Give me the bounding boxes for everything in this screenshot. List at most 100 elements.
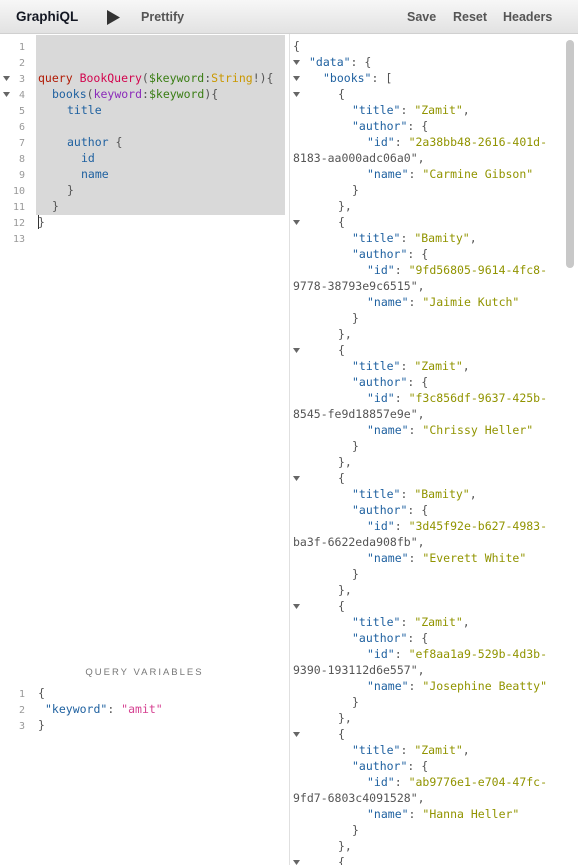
result-scrollbar[interactable] [566,40,574,268]
title-line: "title": "Zamit", [352,103,470,117]
json-string: "Jaimie Kutch" [422,295,520,309]
query-line-7: author { [67,135,122,149]
query-line-5: title [67,103,102,117]
json-key: "author" [352,375,408,389]
json-string: "Bamity" [414,487,470,501]
json-key: "title" [352,615,401,629]
fold-toggle-icon[interactable] [3,76,10,82]
query-line-8: id [81,151,95,165]
name-line: "name": "Chrissy Heller" [367,423,534,437]
result-open-brace: { [293,39,300,53]
line-number: 5 [18,106,25,117]
json-key: "author" [352,759,408,773]
author-line: "author": { [352,759,429,773]
title-line: "title": "Zamit", [352,743,470,757]
toolbar: GraphiQL Prettify Save Reset Headers [0,0,578,34]
field-token: author [67,135,109,149]
punctuation: ( [86,87,94,101]
app-title: GraphiQL [16,9,79,24]
close-brace: }, [338,327,352,341]
headers-button[interactable]: Headers [503,10,552,24]
author-line: "author": { [352,375,429,389]
author-line: "author": { [352,247,429,261]
json-string: 9390-193112d6e557" [293,663,418,677]
fold-toggle-icon[interactable] [293,92,300,98]
execute-button[interactable] [104,8,122,26]
json-key: "author" [352,119,408,133]
variables-line-2: "keyword": "amit" [45,702,163,716]
line-number: 7 [18,138,25,149]
author-line: "author": { [352,631,429,645]
query-line-4: books(keyword:$keyword){ [52,87,218,101]
name-line: "name": "Josephine Beatty" [367,679,548,693]
open-brace: { [338,343,345,357]
json-key: "author" [352,631,408,645]
result-books-line: "books": [ [323,71,393,85]
close-brace: }, [338,839,352,853]
fold-toggle-icon[interactable] [293,860,300,865]
keyword-token: query [38,71,73,85]
name-line: "name": "Carmine Gibson" [367,167,534,181]
fold-toggle-icon[interactable] [3,92,10,98]
line-number: 3 [18,721,25,732]
open-brace: { [338,855,345,865]
close-brace: }, [338,583,352,597]
query-line-11: } [52,199,59,213]
fold-toggle-icon[interactable] [293,348,300,354]
save-button[interactable]: Save [407,10,436,24]
json-key: "books" [323,71,372,85]
json-key: "keyword" [45,702,108,716]
json-string: "Hanna Heller" [422,807,520,821]
json-key: "author" [352,503,408,517]
json-string: ba3f-6622eda908fb" [293,535,418,549]
json-key: "id" [367,135,395,149]
id-line: "id": "9fd56805-9614-4fc8- [367,263,548,277]
punctuation: : [107,702,122,716]
prettify-button[interactable]: Prettify [141,10,184,24]
fold-toggle-icon[interactable] [293,76,300,82]
fold-toggle-icon[interactable] [293,220,300,226]
line-number: 10 [12,186,25,197]
close-brace: }, [338,711,352,725]
id-line: "id": "ef8aa1a9-529b-4d3b- [367,647,548,661]
open-brace: { [338,87,345,101]
json-string: "Zamit" [414,103,463,117]
open-brace: { [338,727,345,741]
line-number: 2 [18,705,25,716]
line-number: 6 [18,122,25,133]
title-line: "title": "Bamity", [352,487,477,501]
name-line: "name": "Everett White" [367,551,527,565]
json-string: "Bamity" [414,231,470,245]
line-number: 2 [18,58,25,69]
json-key: "name" [367,551,409,565]
id-line: "id": "2a38bb48-2616-401d- [367,135,548,149]
fold-toggle-icon[interactable] [293,732,300,738]
reset-button[interactable]: Reset [453,10,487,24]
line-number: 13 [12,234,25,245]
json-string: "2a38bb48-2616-401d- [408,135,548,149]
punctuation: : [142,87,149,101]
json-key: "data" [309,55,351,69]
author-line: "author": { [352,503,429,517]
fold-toggle-icon[interactable] [293,476,300,482]
json-key: "title" [352,103,401,117]
json-string: "amit" [121,702,163,716]
json-key: "author" [352,247,408,261]
id-wrap-line: 9778-38793e9c6515", [293,279,425,293]
line-number: 1 [18,689,25,700]
line-number: 12 [12,218,25,229]
json-key: "name" [367,807,409,821]
json-key: "id" [367,391,395,405]
id-wrap-line: 8183-aa000adc06a0", [293,151,425,165]
fold-toggle-icon[interactable] [293,604,300,610]
close-brace: } [352,439,359,453]
name-line: "name": "Jaimie Kutch" [367,295,520,309]
json-string: "f3c856df-9637-425b- [408,391,548,405]
close-brace: } [352,567,359,581]
json-string: "Zamit" [414,359,463,373]
id-wrap-line: 8545-fe9d18857e9e", [293,407,425,421]
fold-toggle-icon[interactable] [293,60,300,66]
punctuation: !){ [252,71,274,85]
json-key: "title" [352,359,401,373]
title-line: "title": "Bamity", [352,231,477,245]
